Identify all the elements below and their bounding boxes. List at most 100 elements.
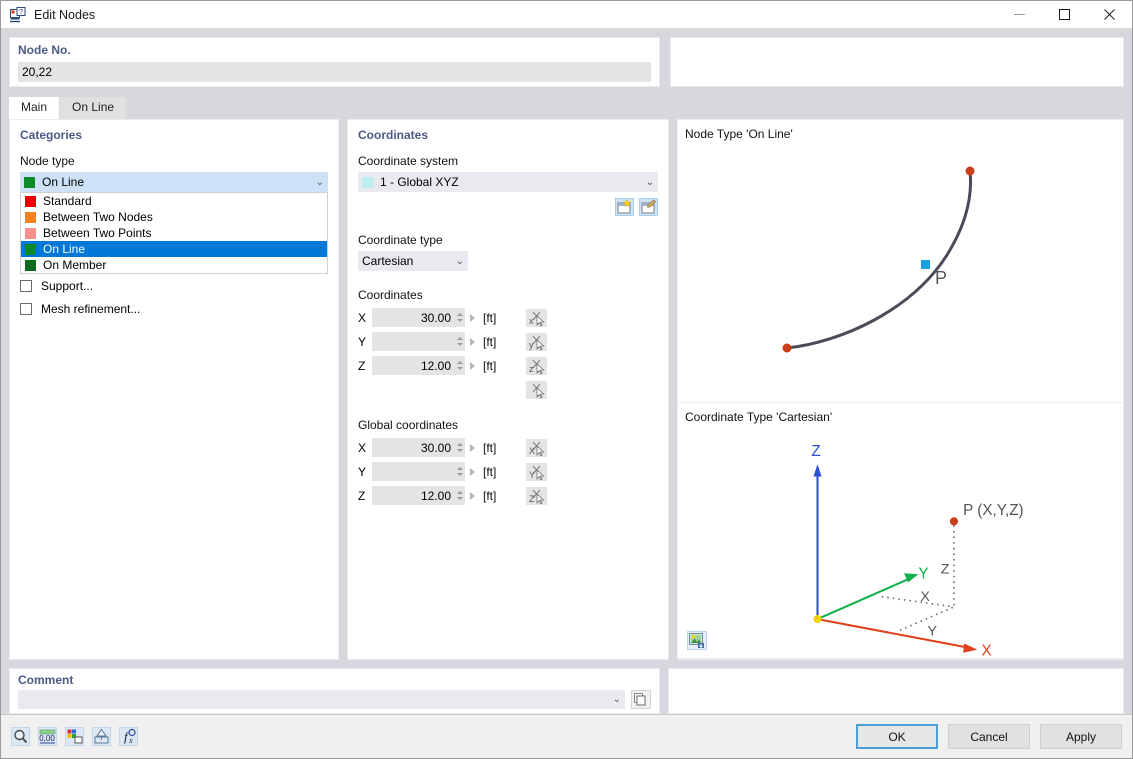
apply-button[interactable]: Apply — [1040, 724, 1122, 749]
coordinate-system-combo[interactable]: 1 - Global XYZ ⌄ — [358, 172, 658, 192]
global-coordinate-row-z: Z 12.00 [ft] Z — [358, 486, 658, 505]
global-unit-y: [ft] — [483, 465, 505, 479]
axis-label-x: X — [358, 311, 372, 325]
dropdown-item-standard[interactable]: Standard — [21, 193, 327, 209]
insert-image-icon[interactable] — [687, 631, 707, 650]
spinner-y[interactable] — [454, 332, 465, 351]
colors-icon[interactable] — [65, 727, 84, 746]
global-spinner-x[interactable] — [454, 438, 465, 457]
global-axis-label-x: X — [358, 441, 372, 455]
formula-icon[interactable]: f x — [119, 727, 138, 746]
dropdown-label-on-line: On Line — [43, 242, 85, 256]
cancel-button[interactable]: Cancel — [948, 724, 1030, 749]
spinner-z[interactable] — [454, 356, 465, 375]
dropdown-item-on-member[interactable]: On Member — [21, 257, 327, 273]
pick-y-button[interactable]: y — [526, 333, 547, 351]
top-right-panel — [670, 37, 1124, 87]
curve-point-label: P — [935, 268, 947, 288]
node-type-combo[interactable]: On Line ⌄ — [20, 172, 328, 192]
categories-panel: Categories Node type On Line ⌄ Standard — [9, 119, 339, 660]
node-type-combo-wrap: On Line ⌄ Standard Between Two Nodes — [20, 172, 328, 192]
swatch-between-two-points — [25, 228, 36, 239]
coordinate-input-y[interactable] — [372, 332, 454, 351]
title-bar: ? Edit Nodes — [1, 1, 1132, 29]
global-pick-y-button[interactable]: Y — [526, 463, 547, 481]
chevron-down-icon: ⌄ — [456, 256, 464, 267]
close-button[interactable] — [1087, 1, 1132, 29]
panels-area: Categories Node type On Line ⌄ Standard — [9, 119, 1124, 660]
coordinate-system-value: 1 - Global XYZ — [380, 175, 459, 189]
tab-on-line[interactable]: On Line — [60, 97, 126, 119]
minimize-button[interactable] — [997, 1, 1042, 29]
mesh-refinement-checkbox[interactable] — [20, 303, 32, 315]
svg-text:X: X — [920, 589, 930, 605]
dropdown-label-between-two-points: Between Two Points — [43, 226, 152, 240]
coordinate-input-x[interactable]: 30.00 — [372, 308, 454, 327]
global-expand-z-icon[interactable] — [470, 492, 475, 500]
node-type-value: On Line — [42, 175, 84, 189]
pick-point-button[interactable] — [526, 381, 547, 399]
pick-letter-x: x — [529, 316, 534, 326]
node-no-label: Node No. — [18, 43, 651, 57]
option-mesh-refinement-row[interactable]: Mesh refinement... — [20, 302, 328, 316]
svg-text:Z: Z — [941, 561, 950, 577]
support-label: Support... — [41, 279, 93, 293]
dropdown-item-on-line[interactable]: On Line — [21, 241, 327, 257]
support-checkbox[interactable] — [20, 280, 32, 292]
window-controls — [997, 1, 1132, 29]
node-no-row: Node No. 20,22 — [9, 37, 1124, 87]
expand-x-icon[interactable] — [470, 314, 475, 322]
expand-z-icon[interactable] — [470, 362, 475, 370]
new-coordinate-system-icon[interactable] — [615, 198, 634, 216]
dropdown-item-between-two-nodes[interactable]: Between Two Nodes — [21, 209, 327, 225]
chevron-down-icon: ⌄ — [316, 177, 324, 188]
copy-icon[interactable] — [631, 690, 651, 709]
pick-z-button[interactable]: z — [526, 357, 547, 375]
global-coordinate-input-x[interactable]: 30.00 — [372, 438, 454, 457]
comment-area: Comment ⌄ — [9, 668, 1124, 714]
global-expand-x-icon[interactable] — [470, 444, 475, 452]
spinner-x[interactable] — [454, 308, 465, 327]
cartesian-axes-diagram: Z Y X P (X,Y,Z) — [678, 403, 1123, 658]
dropdown-label-between-two-nodes: Between Two Nodes — [43, 210, 153, 224]
global-pick-x-button[interactable]: X — [526, 439, 547, 457]
node-type-dropdown-list: Standard Between Two Nodes Between Two P… — [20, 192, 328, 274]
expand-y-icon[interactable] — [470, 338, 475, 346]
comment-right-panel — [668, 668, 1124, 714]
footer-bar: 0,00 — [1, 714, 1132, 758]
svg-text:Z: Z — [811, 443, 820, 460]
magnifier-icon[interactable] — [11, 727, 30, 746]
global-coordinate-input-z[interactable]: 12.00 — [372, 486, 454, 505]
coordinate-system-buttons — [358, 198, 658, 216]
global-pick-z-button[interactable]: Z — [526, 487, 547, 505]
maximize-button[interactable] — [1042, 1, 1087, 29]
node-no-input[interactable]: 20,22 — [18, 62, 651, 82]
svg-text:Y: Y — [918, 565, 928, 582]
display-properties-icon[interactable] — [92, 727, 111, 746]
dropdown-item-between-two-points[interactable]: Between Two Points — [21, 225, 327, 241]
global-pick-letter-y: Y — [529, 470, 535, 480]
global-coordinate-input-y[interactable] — [372, 462, 454, 481]
pick-x-button[interactable]: x — [526, 309, 547, 327]
option-support-row[interactable]: Support... — [20, 279, 328, 293]
ok-button[interactable]: OK — [856, 724, 938, 749]
tab-main[interactable]: Main — [9, 97, 59, 119]
axis-label-z: Z — [358, 359, 372, 373]
global-axis-label-y: Y — [358, 465, 372, 479]
edit-coordinate-system-icon[interactable] — [639, 198, 658, 216]
pick-letter-y: y — [529, 340, 534, 350]
global-spinner-y[interactable] — [454, 462, 465, 481]
window-title: Edit Nodes — [34, 8, 95, 22]
on-line-curve-diagram: P — [678, 120, 1123, 403]
swatch-on-member — [25, 260, 36, 271]
decimal-places-icon[interactable]: 0,00 — [38, 727, 57, 746]
coordinate-input-z[interactable]: 12.00 — [372, 356, 454, 375]
global-expand-y-icon[interactable] — [470, 468, 475, 476]
coordinates-title: Coordinates — [358, 128, 658, 142]
node-type-preview-caption: Node Type 'On Line' — [685, 127, 793, 141]
comment-input[interactable]: ⌄ — [18, 690, 625, 709]
coordinate-type-preview: Coordinate Type 'Cartesian' Z Y X — [678, 403, 1123, 659]
global-spinner-z[interactable] — [454, 486, 465, 505]
coordinate-type-combo[interactable]: Cartesian ⌄ — [358, 251, 468, 271]
dropdown-label-on-member: On Member — [43, 258, 106, 272]
